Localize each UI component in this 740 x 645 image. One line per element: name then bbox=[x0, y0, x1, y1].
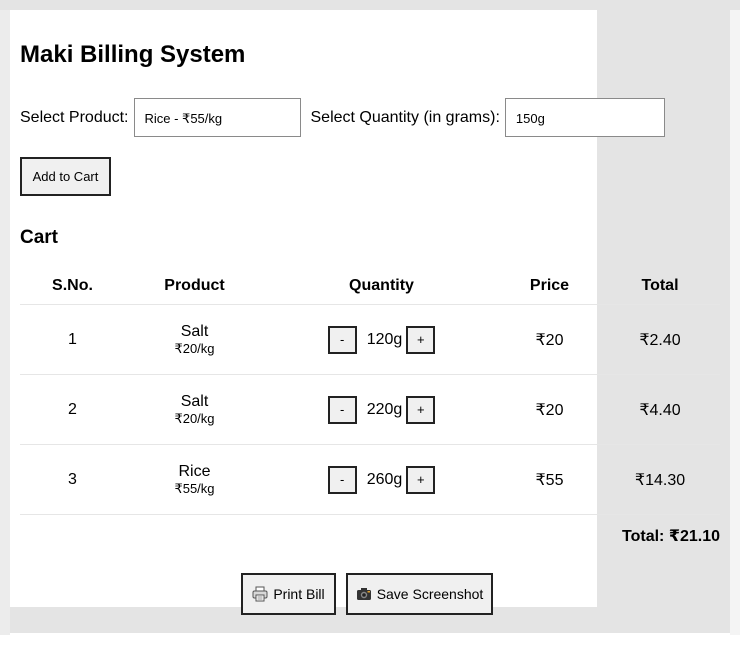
decrement-button[interactable]: - bbox=[327, 395, 357, 424]
product-rate: ₹55/kg bbox=[174, 480, 215, 496]
decrement-button[interactable]: - bbox=[327, 325, 357, 354]
quantity-stepper: - 120g + bbox=[327, 325, 436, 354]
product-name: Salt bbox=[180, 392, 209, 410]
grand-total: Total: ₹21.10 bbox=[622, 528, 720, 545]
quantity-value: 220g bbox=[366, 400, 403, 418]
increment-button[interactable]: + bbox=[406, 395, 436, 424]
cell-sno: 2 bbox=[20, 374, 125, 445]
cell-quantity: - 220g + bbox=[264, 374, 499, 445]
cell-sno: 3 bbox=[20, 444, 125, 515]
cell-product: Salt ₹20/kg bbox=[125, 374, 264, 445]
print-bill-button[interactable]: Print Bill bbox=[241, 573, 336, 615]
product-name: Salt bbox=[180, 322, 209, 340]
add-product-form: Select Product: Rice - ₹55/kg Select Qua… bbox=[20, 98, 665, 137]
increment-button[interactable]: + bbox=[406, 325, 436, 354]
column-header-product: Product bbox=[125, 268, 264, 305]
cell-price: ₹55 bbox=[499, 444, 600, 515]
cell-product: Rice ₹55/kg bbox=[125, 444, 264, 515]
column-header-quantity: Quantity bbox=[264, 268, 499, 305]
camera-icon bbox=[356, 586, 372, 602]
cart-row: 1 Salt ₹20/kg - 120g + ₹20 ₹2.40 bbox=[20, 304, 720, 375]
save-screenshot-button[interactable]: Save Screenshot bbox=[346, 573, 493, 615]
quantity-stepper: - 260g + bbox=[327, 465, 436, 494]
quantity-stepper: - 220g + bbox=[327, 395, 436, 424]
save-screenshot-label: Save Screenshot bbox=[376, 586, 484, 602]
decrement-button[interactable]: - bbox=[327, 465, 357, 494]
cart-row: 3 Rice ₹55/kg - 260g + ₹55 ₹14.30 bbox=[20, 444, 720, 515]
cell-total: ₹2.40 bbox=[600, 304, 720, 375]
printer-icon bbox=[252, 586, 268, 602]
cart-table: S.No. Product Quantity Price Total 1 Sal… bbox=[20, 268, 720, 515]
increment-button[interactable]: + bbox=[406, 465, 436, 494]
bill-actions: Print Bill Save Screenshot bbox=[241, 573, 493, 615]
quantity-select[interactable]: 150g bbox=[504, 98, 665, 137]
page: Maki Billing System Select Product: Rice… bbox=[0, 0, 740, 645]
cart-header-row: S.No. Product Quantity Price Total bbox=[20, 268, 720, 305]
product-rate: ₹20/kg bbox=[174, 410, 215, 426]
background-band-left bbox=[0, 10, 10, 635]
column-header-total: Total bbox=[600, 268, 720, 305]
quantity-value: 260g bbox=[366, 470, 403, 488]
cell-quantity: - 120g + bbox=[264, 304, 499, 375]
cart-heading: Cart bbox=[20, 227, 59, 248]
cell-price: ₹20 bbox=[499, 304, 600, 375]
product-select-label: Select Product: bbox=[20, 108, 129, 126]
cell-total: ₹4.40 bbox=[600, 374, 720, 445]
background-edge-right bbox=[730, 10, 740, 635]
cart-row: 2 Salt ₹20/kg - 220g + ₹20 ₹4.40 bbox=[20, 374, 720, 445]
column-header-sno: S.No. bbox=[20, 268, 125, 305]
cell-price: ₹20 bbox=[499, 374, 600, 445]
add-to-cart-button[interactable]: Add to Cart bbox=[20, 157, 111, 196]
cell-sno: 1 bbox=[20, 304, 125, 375]
background-band-top bbox=[0, 0, 740, 10]
quantity-value: 120g bbox=[366, 330, 403, 348]
print-bill-label: Print Bill bbox=[273, 586, 325, 602]
column-header-price: Price bbox=[499, 268, 600, 305]
cell-product: Salt ₹20/kg bbox=[125, 304, 264, 375]
quantity-select-label: Select Quantity (in grams): bbox=[310, 108, 500, 126]
cell-quantity: - 260g + bbox=[264, 444, 499, 515]
product-select[interactable]: Rice - ₹55/kg bbox=[133, 98, 301, 137]
page-title: Maki Billing System bbox=[20, 41, 246, 68]
product-name: Rice bbox=[178, 462, 211, 480]
cell-total: ₹14.30 bbox=[600, 444, 720, 515]
product-rate: ₹20/kg bbox=[174, 340, 215, 356]
